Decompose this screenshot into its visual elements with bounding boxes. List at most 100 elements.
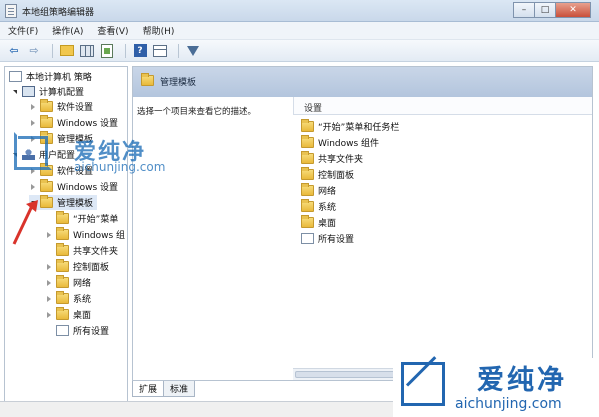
help-icon[interactable]: ? <box>132 43 148 59</box>
folder-icon <box>56 291 69 304</box>
details-title: 管理模板 <box>160 78 197 88</box>
view-icon[interactable] <box>152 43 168 59</box>
watermark-text-cn: 爱纯净 <box>477 365 567 396</box>
list-item[interactable]: 控制面板 <box>301 166 355 181</box>
expand-placeholder <box>45 327 52 334</box>
list-item-label: 共享文件夹 <box>318 154 364 165</box>
watermark-small: 爱纯净 aichunjing.com <box>14 132 174 180</box>
tree-label: Windows 组 <box>73 231 126 241</box>
folder-icon <box>56 307 69 320</box>
folder-icon <box>40 99 53 112</box>
details-header: 管理模板 <box>133 67 592 97</box>
show-hide-tree-icon[interactable] <box>79 43 95 59</box>
menu-bar: 文件(F) 操作(A) 查看(V) 帮助(H) <box>0 22 599 40</box>
annotation-arrow-icon <box>12 200 38 245</box>
app-icon <box>5 4 17 18</box>
list-item[interactable]: 系统 <box>301 198 337 213</box>
folder-icon <box>56 211 69 224</box>
folder-icon <box>56 227 69 240</box>
tree-label: 所有设置 <box>73 327 110 337</box>
expand-icon[interactable] <box>29 119 36 126</box>
list-item[interactable]: 网络 <box>301 182 337 197</box>
menu-file[interactable]: 文件(F) <box>8 24 38 37</box>
column-header-label: 设置 <box>304 104 323 114</box>
forward-arrow-icon[interactable]: ⇨ <box>26 43 42 59</box>
menu-action[interactable]: 操作(A) <box>52 24 83 37</box>
tree-item[interactable]: 网络 <box>45 275 91 290</box>
tree-label: Windows 设置 <box>57 183 119 193</box>
maximize-button[interactable]: □ <box>534 2 556 18</box>
tree-item[interactable]: Windows 设置 <box>29 179 118 194</box>
folder-icon <box>40 195 53 208</box>
expand-icon[interactable] <box>29 103 36 110</box>
column-header-setting[interactable]: 设置 <box>293 97 592 115</box>
folder-icon <box>40 115 53 128</box>
tree-item[interactable]: 所有设置 <box>45 323 109 338</box>
tree-label: 系统 <box>73 295 92 305</box>
tree-item[interactable]: 控制面板 <box>45 259 109 274</box>
menu-view[interactable]: 查看(V) <box>97 24 128 37</box>
folder-icon <box>301 182 314 196</box>
title-bar: 本地组策略编辑器 – □ ✕ <box>0 0 599 22</box>
view-tabs: 扩展 标准 <box>132 381 196 397</box>
minimize-button[interactable]: – <box>513 2 535 18</box>
filter-icon[interactable] <box>185 43 201 59</box>
toolbar-separator <box>178 43 179 58</box>
tree-item[interactable]: Windows 组 <box>45 227 125 242</box>
tree-label: 共享文件夹 <box>73 247 119 257</box>
toolbar-separator <box>125 43 126 58</box>
tree-label: “开始”菜单 <box>73 215 119 225</box>
watermark-large: 爱纯净 aichunjing.com <box>393 356 599 417</box>
tree-item[interactable]: 桌面 <box>45 307 91 322</box>
tree-item[interactable]: “开始”菜单 <box>45 211 118 226</box>
details-pane: 管理模板 选择一个项目来查看它的描述。 设置 “开始”菜单和任务栏 Window… <box>132 66 593 381</box>
expand-icon[interactable] <box>29 183 36 190</box>
folder-icon <box>301 214 314 228</box>
expand-icon[interactable] <box>45 311 52 318</box>
list-item[interactable]: 桌面 <box>301 214 336 229</box>
tree-computer-config[interactable]: 计算机配置 <box>11 84 84 99</box>
tree-label: 桌面 <box>73 311 92 321</box>
watermark-text-en: aichunjing.com <box>74 160 166 174</box>
list-item[interactable]: Windows 组件 <box>301 134 380 149</box>
window-title: 本地组策略编辑器 <box>22 8 95 18</box>
folder-icon <box>301 166 314 180</box>
tree-item[interactable]: 软件设置 <box>29 99 93 114</box>
folder-icon <box>40 179 53 192</box>
list-item[interactable]: 共享文件夹 <box>301 150 364 165</box>
tree-root[interactable]: 本地计算机 策略 <box>9 69 92 84</box>
expand-icon[interactable] <box>11 88 18 95</box>
expand-icon[interactable] <box>45 263 52 270</box>
tree-label: 本地计算机 策略 <box>26 73 92 83</box>
tab-extended[interactable]: 扩展 <box>132 381 165 397</box>
export-list-icon[interactable] <box>99 43 115 59</box>
toolbar: ⇦ ⇨ ? <box>0 40 599 62</box>
back-arrow-icon[interactable]: ⇦ <box>6 43 22 59</box>
folder-icon <box>141 73 154 86</box>
folder-icon <box>56 259 69 272</box>
tree-label: 网络 <box>73 279 92 289</box>
folder-icon <box>301 198 314 212</box>
expand-icon[interactable] <box>45 231 52 238</box>
window-controls: – □ ✕ <box>513 2 591 18</box>
folder-icon <box>301 134 314 148</box>
list-item-label: 系统 <box>318 202 337 213</box>
menu-help[interactable]: 帮助(H) <box>143 24 175 37</box>
close-button[interactable]: ✕ <box>555 2 591 18</box>
tree-item[interactable]: 共享文件夹 <box>45 243 118 258</box>
tree-item[interactable]: 系统 <box>45 291 91 306</box>
list-item-label: 控制面板 <box>318 170 355 181</box>
tree-item[interactable]: Windows 设置 <box>29 115 118 130</box>
list-item[interactable]: 所有设置 <box>301 231 354 245</box>
expand-icon[interactable] <box>45 279 52 286</box>
computer-icon <box>22 86 35 97</box>
list-item-label: “开始”菜单和任务栏 <box>318 122 400 133</box>
folder-up-icon[interactable] <box>59 43 75 59</box>
tree-label: 管理模板 <box>57 199 94 209</box>
expand-icon[interactable] <box>45 295 52 302</box>
watermark-text-en: aichunjing.com <box>455 396 562 412</box>
list-item-label: 网络 <box>318 186 337 197</box>
list-item[interactable]: “开始”菜单和任务栏 <box>301 118 400 133</box>
list-item-label: Windows 组件 <box>318 138 380 149</box>
tab-standard[interactable]: 标准 <box>163 381 196 397</box>
